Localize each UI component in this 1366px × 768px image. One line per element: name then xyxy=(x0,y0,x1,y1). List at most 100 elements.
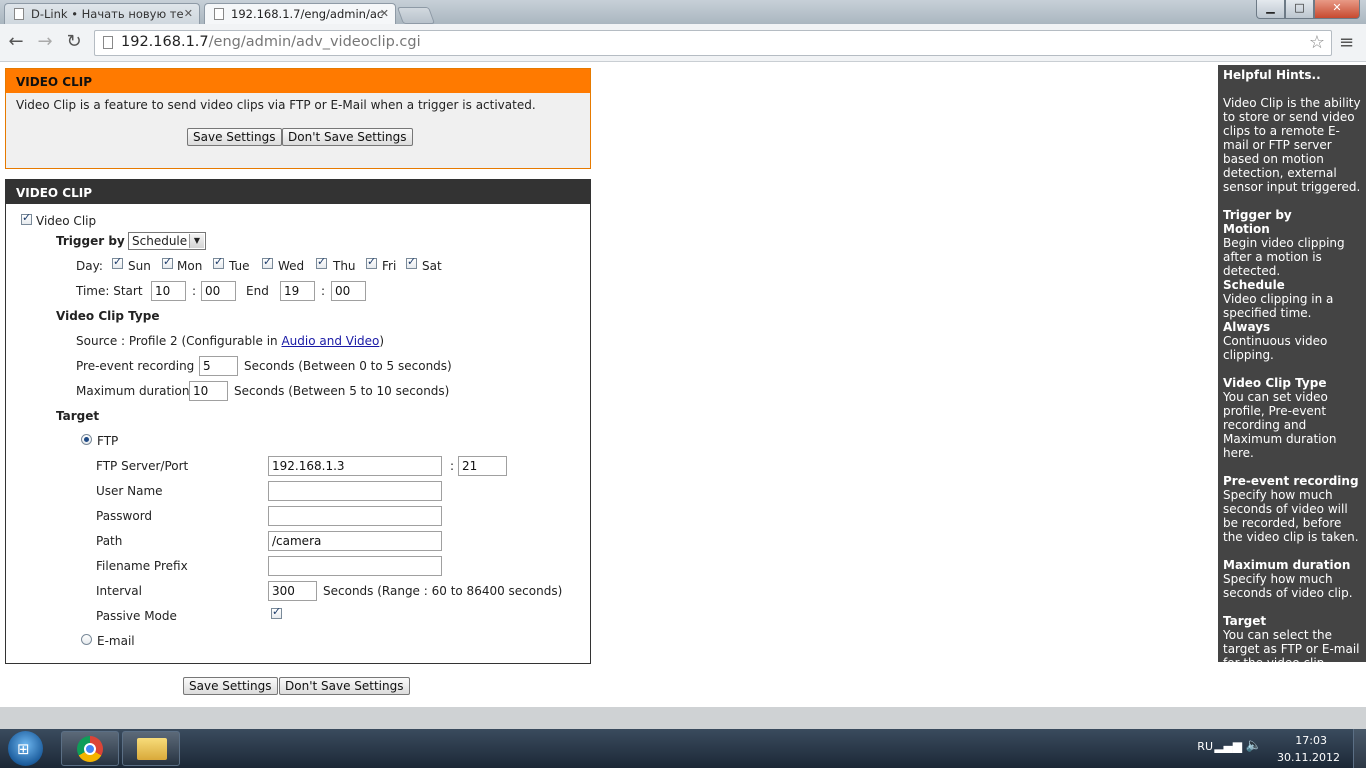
path-label: Path xyxy=(96,534,123,548)
day-fri-label: Fri xyxy=(382,259,397,273)
taskbar-chrome-button[interactable] xyxy=(61,731,119,766)
volume-icon[interactable]: 🔈 xyxy=(1246,738,1262,753)
hints-motion-text: Begin video clipping after a motion is d… xyxy=(1223,236,1345,278)
browser-toolbar: ← → ↻ 192.168.1.7/eng/admin/adv_videocli… xyxy=(0,24,1366,62)
start-hour-input[interactable]: 10 xyxy=(151,281,186,301)
panel-description: Video Clip is a feature to send video cl… xyxy=(16,98,536,112)
day-sat-label: Sat xyxy=(422,259,442,273)
day-thu-checkbox[interactable] xyxy=(316,255,327,269)
tab-dlink-forum[interactable]: D-Link • Начать новую те ✕ xyxy=(4,3,200,24)
day-fri-checkbox[interactable] xyxy=(366,255,377,269)
day-tue-label: Tue xyxy=(229,259,250,273)
source-text: Source : Profile 2 (Configurable in Audi… xyxy=(76,334,384,348)
interval-input[interactable]: 300 xyxy=(268,581,317,601)
hints-intro: Video Clip is the ability to store or se… xyxy=(1223,96,1361,194)
user-name-label: User Name xyxy=(96,484,163,498)
hints-pre-event-text: Specify how much seconds of video will b… xyxy=(1223,488,1359,544)
ftp-radio[interactable] xyxy=(81,434,92,445)
save-settings-button[interactable]: Save Settings xyxy=(187,128,282,146)
chevron-down-icon: ▼ xyxy=(189,234,204,248)
day-mon-checkbox[interactable] xyxy=(162,255,173,269)
forward-arrow-icon[interactable]: → xyxy=(35,32,55,52)
show-desktop-button[interactable] xyxy=(1353,729,1366,768)
panel-title: VIDEO CLIP xyxy=(6,69,590,93)
day-mon-label: Mon xyxy=(177,259,203,273)
clock-time[interactable]: 17:03 xyxy=(1295,734,1327,747)
minimize-button[interactable]: ▁ xyxy=(1256,0,1285,19)
day-sun-checkbox[interactable] xyxy=(112,255,123,269)
hints-clip-type-text: You can set video profile, Pre-event rec… xyxy=(1223,390,1337,460)
hints-target-text: You can select the target as FTP or E-ma… xyxy=(1223,628,1360,670)
hints-max-duration-heading: Maximum duration xyxy=(1223,558,1351,572)
email-radio[interactable] xyxy=(81,634,92,645)
video-clip-intro-panel: VIDEO CLIP Video Clip is a feature to se… xyxy=(5,68,591,169)
end-hour-input[interactable]: 19 xyxy=(280,281,315,301)
target-heading: Target xyxy=(56,409,100,423)
password-input[interactable] xyxy=(268,506,442,526)
tab-label: 192.168.1.7/eng/admin/ac xyxy=(231,7,384,21)
day-sat-checkbox[interactable] xyxy=(406,255,417,269)
time-start-label: Time: Start xyxy=(76,284,143,298)
trigger-by-select[interactable]: Schedule ▼ xyxy=(128,232,206,250)
taskbar-explorer-button[interactable] xyxy=(122,731,180,766)
url-path: /eng/admin/adv_videoclip.cgi xyxy=(208,34,421,50)
chrome-icon xyxy=(77,736,103,762)
ftp-label: FTP xyxy=(97,434,119,448)
tab-close-icon[interactable]: ✕ xyxy=(380,4,389,24)
passive-mode-checkbox[interactable] xyxy=(271,605,282,619)
new-tab-button[interactable] xyxy=(396,7,436,24)
user-name-input[interactable] xyxy=(268,481,442,501)
address-bar[interactable]: 192.168.1.7/eng/admin/adv_videoclip.cgi … xyxy=(94,30,1332,56)
day-tue-checkbox[interactable] xyxy=(213,255,224,269)
day-wed-checkbox[interactable] xyxy=(262,255,273,269)
interval-label: Interval xyxy=(96,584,142,598)
network-signal-icon[interactable]: ▂▄▆ xyxy=(1214,739,1242,753)
back-arrow-icon[interactable]: ← xyxy=(6,32,26,52)
path-input[interactable]: /camera xyxy=(268,531,442,551)
clock-date[interactable]: 30.11.2012 xyxy=(1277,751,1340,764)
trigger-by-value: Schedule xyxy=(132,234,188,248)
pre-event-recording-hint: Seconds (Between 0 to 5 seconds) xyxy=(244,359,452,373)
audio-and-video-link[interactable]: Audio and Video xyxy=(281,334,379,348)
day-wed-label: Wed xyxy=(278,259,305,273)
window-controls: ▁ □ ✕ xyxy=(1256,0,1360,19)
url-text: 192.168.1.7/eng/admin/adv_videoclip.cgi xyxy=(121,34,421,50)
ftp-port-input[interactable]: 21 xyxy=(458,456,507,476)
trigger-by-label: Trigger by xyxy=(56,234,125,248)
tab-videoclip[interactable]: 192.168.1.7/eng/admin/ac ✕ xyxy=(204,3,396,24)
hints-always-text: Continuous video clipping. xyxy=(1223,334,1328,362)
windows-taskbar: ⊞ RU ▂▄▆ 🔈 17:03 30.11.2012 xyxy=(0,729,1366,768)
windows-logo-icon: ⊞ xyxy=(17,740,30,758)
dont-save-settings-button[interactable]: Don't Save Settings xyxy=(282,128,413,146)
close-window-button[interactable]: ✕ xyxy=(1314,0,1360,19)
day-label: Day: xyxy=(76,259,103,273)
day-thu-label: Thu xyxy=(333,259,356,273)
browser-tab-strip: D-Link • Начать новую те ✕ 192.168.1.7/e… xyxy=(0,0,1366,24)
maximum-duration-input[interactable]: 10 xyxy=(189,381,228,401)
hints-pre-event-heading: Pre-event recording xyxy=(1223,474,1359,488)
end-minute-input[interactable]: 00 xyxy=(331,281,366,301)
pre-event-recording-input[interactable]: 5 xyxy=(199,356,238,376)
ftp-server-port-label: FTP Server/Port xyxy=(96,459,189,473)
helpful-hints-panel: Helpful Hints.. Video Clip is the abilit… xyxy=(1218,65,1366,670)
start-minute-input[interactable]: 00 xyxy=(201,281,236,301)
reload-icon[interactable]: ↻ xyxy=(64,32,84,52)
maximize-button[interactable]: □ xyxy=(1285,0,1314,19)
language-indicator[interactable]: RU xyxy=(1197,740,1213,753)
dont-save-settings-button-bottom[interactable]: Don't Save Settings xyxy=(279,677,410,695)
menu-icon[interactable]: ≡ xyxy=(1339,32,1354,53)
page-icon xyxy=(103,36,113,49)
save-settings-button-bottom[interactable]: Save Settings xyxy=(183,677,278,695)
bookmark-star-icon[interactable]: ☆ xyxy=(1309,32,1325,53)
url-host: 192.168.1.7 xyxy=(121,34,209,50)
start-button[interactable]: ⊞ xyxy=(4,730,48,767)
day-sun-label: Sun xyxy=(128,259,151,273)
page-icon xyxy=(214,8,224,20)
time-colon: : xyxy=(192,284,197,298)
filename-prefix-input[interactable] xyxy=(268,556,442,576)
hints-schedule-heading: Schedule xyxy=(1223,278,1285,292)
ftp-server-input[interactable]: 192.168.1.3 xyxy=(268,456,442,476)
video-clip-enable-checkbox[interactable] xyxy=(21,211,32,225)
filename-prefix-label: Filename Prefix xyxy=(96,559,188,573)
tab-close-icon[interactable]: ✕ xyxy=(184,4,193,24)
